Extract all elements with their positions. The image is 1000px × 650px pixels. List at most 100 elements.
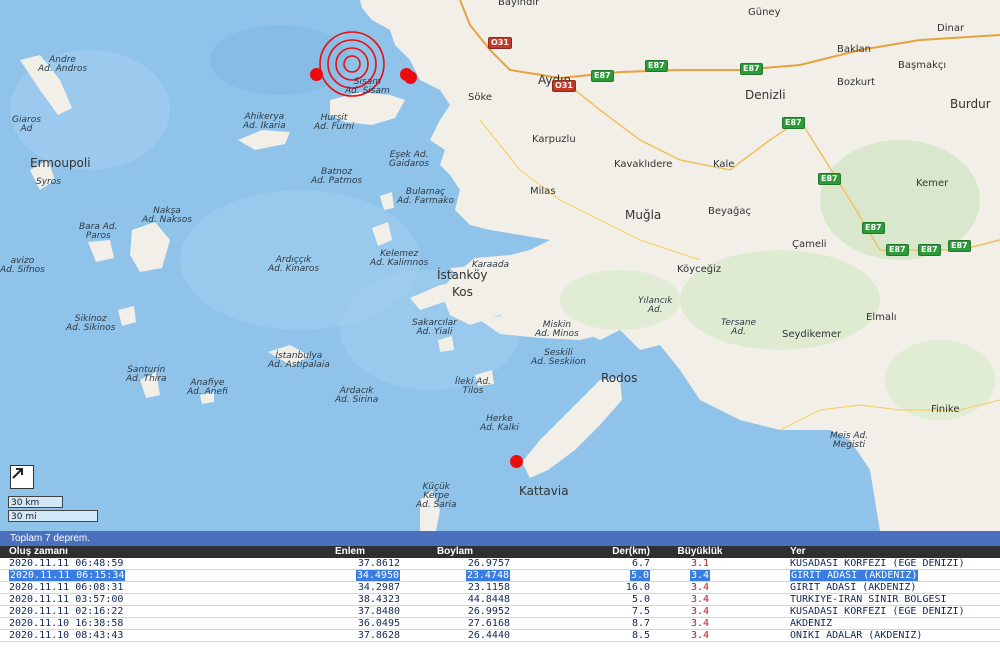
arrow-up-right-icon — [12, 468, 23, 479]
map-label-tilos: İleki Ad. Tilos — [455, 377, 491, 396]
map-label-anefi: Anafiye Ad. Anefi — [187, 378, 228, 397]
table-row[interactable]: 2020.11.11 06:15:34 34.4950 23.4748 5.0 3.4 G… — [0, 570, 1000, 582]
map-label-megisti: Meis Ad. Megisti — [830, 431, 869, 450]
map-label-koycegiz: Köyceğiz — [677, 264, 722, 275]
map-label-kale: Kale — [713, 159, 735, 170]
map-label-finike: Finike — [931, 404, 960, 415]
col-header-place[interactable]: Yer — [750, 546, 1000, 558]
map-label-kattavia: Kattavia — [519, 484, 569, 498]
cell-lon: 44.8448 — [467, 594, 510, 605]
road-shield-e87: E87 — [645, 60, 668, 72]
cell-depth: 5.0 — [631, 594, 650, 605]
table-row[interactable]: 2020.11.11 02:16:22 37.8480 26.9952 7.5 3.4 K… — [0, 606, 1000, 618]
map-label-elmali: Elmalı — [866, 312, 897, 323]
cell-time: 2020.11.11 06:15:34 — [9, 570, 126, 581]
cell-lon: 27.6168 — [467, 618, 510, 629]
table-row[interactable]: 2020.11.11 03:57:00 38.4323 44.8448 5.0 3.4 T… — [0, 594, 1000, 606]
map-label-kos: Kos — [452, 285, 473, 299]
road-shield-e87: E87 — [862, 222, 885, 234]
cell-time: 2020.11.10 16:38:58 — [9, 618, 124, 629]
map-label-yilancik: Yılancık Ad. — [638, 296, 673, 315]
cell-lon: 26.9757 — [467, 558, 510, 569]
road-shield-o31: O31 — [552, 80, 576, 92]
table-header: Oluş zamanı Enlem Boylam Der(km) Büyüklü… — [0, 546, 1000, 558]
total-count: Toplam 7 deprem. — [0, 531, 1000, 546]
map-label-naksos: Nakşa Ad. Naksos — [142, 206, 192, 225]
road-shield-e87: E87 — [918, 244, 941, 256]
cell-magnitude: 3.4 — [690, 594, 710, 605]
map-label-sifnos: avizo Ad. Sifnos — [0, 256, 45, 275]
map-label-kalki: Herke Ad. Kalki — [480, 414, 519, 433]
map-label-astipalaia: İstanbulya Ad. Astipalaia — [268, 351, 330, 370]
map-label-gaidaros: Eşek Ad. Gaidaros — [389, 150, 430, 169]
cell-place: TURKIYE-IRAN SINIR BOLGESI — [790, 594, 947, 605]
table-row[interactable]: 2020.11.11 06:08:31 34.2987 23.1158 16.0 3.4… — [0, 582, 1000, 594]
cell-lon: 23.1158 — [467, 582, 510, 593]
road-shield-e87: E87 — [591, 70, 614, 82]
map-label-patmos: Batnoz Ad. Patmos — [311, 167, 363, 186]
scale-bar: 30 km 30 mi — [8, 496, 98, 522]
map-label-baklan: Baklan — [837, 44, 872, 55]
col-header-depth[interactable]: Der(km) — [510, 546, 650, 558]
map-label-bayindir: Bayındır — [498, 0, 540, 8]
map-label-seydikemer: Seydikemer — [782, 329, 842, 340]
col-header-lon[interactable]: Boylam — [400, 546, 510, 558]
cell-time: 2020.11.11 06:48:59 — [9, 558, 124, 569]
map-label-ikaria: Ahikerya Ad. Ikaria — [243, 112, 286, 131]
map-label-karaada: Karaada — [472, 260, 510, 270]
map-label-kemer: Kemer — [916, 178, 949, 189]
cell-place: GIRIT ADASI (AKDENIZ) — [790, 570, 919, 581]
map-label-ermoupoli: Ermoupoli — [30, 156, 91, 170]
map-view[interactable]: Bayındır Güney Dinar Baklan Bozkurt Başm… — [0, 0, 1000, 531]
map-label-furni: Hurşit Ad. Furni — [314, 113, 355, 132]
map-label-kalimnos: Kelemez Ad. Kalimnos — [370, 249, 429, 268]
col-header-mag[interactable]: Büyüklük — [650, 546, 750, 558]
cell-lat: 34.2987 — [357, 582, 400, 593]
cell-place: KUSADASI KORFEZI (EGE DENIZI) — [790, 606, 965, 617]
cell-time: 2020.11.11 02:16:22 — [9, 606, 124, 617]
table-row[interactable]: 2020.11.10 16:38:58 36.0495 27.6168 8.7 3.4 A… — [0, 618, 1000, 630]
map-label-paros: Bara Ad. Paros — [79, 222, 118, 241]
earthquake-list-panel: Toplam 7 deprem. Oluş zamanı Enlem Boyla… — [0, 531, 1000, 650]
map-label-dinar: Dinar — [937, 23, 965, 34]
cell-time: 2020.11.11 03:57:00 — [9, 594, 124, 605]
cell-lat: 37.8612 — [357, 558, 400, 569]
cell-lon: 26.4440 — [467, 630, 510, 641]
col-header-lat[interactable]: Enlem — [300, 546, 400, 558]
cell-lat: 36.0495 — [357, 618, 400, 629]
quake-marker[interactable] — [404, 71, 417, 84]
map-label-giaros: Giaros Ad — [12, 115, 41, 134]
map-label-seskiion: Seskili Ad. Seskiion — [531, 348, 586, 367]
cell-depth: 16.0 — [625, 582, 650, 593]
cell-time: 2020.11.10 08:43:43 — [9, 630, 124, 641]
map-label-beyagac: Beyağaç — [708, 206, 752, 217]
map-label-rodos: Rodos — [601, 371, 638, 385]
cell-place: AKDENIZ — [790, 618, 833, 629]
map-label-kinaros: Ardıççık Ad. Kinaros — [268, 255, 320, 274]
map-label-burdur: Burdur — [950, 97, 991, 111]
cell-magnitude: 3.1 — [690, 558, 710, 569]
map-label-sikinos: Sikinoz Ad. Sikinos — [66, 314, 116, 333]
road-shield-e87: E87 — [782, 117, 805, 129]
cell-lat: 34.4950 — [355, 570, 400, 581]
expand-arrow-button[interactable] — [10, 465, 34, 489]
map-label-thira: Santurin Ad. Thira — [126, 365, 167, 384]
cell-magnitude: 3.4 — [689, 570, 711, 581]
col-header-time[interactable]: Oluş zamanı — [0, 546, 300, 558]
map-label-soke: Söke — [468, 92, 493, 103]
cell-magnitude: 3.4 — [690, 606, 710, 617]
map-label-sirina: Ardacık Ad. Sirina — [335, 386, 379, 405]
map-label-milas: Milas — [530, 186, 556, 197]
cell-depth: 8.5 — [631, 630, 650, 641]
map-label-saria: Küçük Kerpe Ad. Saria — [416, 482, 457, 510]
cell-lat: 37.8628 — [357, 630, 400, 641]
cell-place: ONIKI ADALAR (AKDENIZ) — [790, 630, 923, 641]
map-label-tersane: Tersane Ad. — [721, 318, 757, 337]
cell-lat: 38.4323 — [357, 594, 400, 605]
cell-place: KUSADASI KORFEZI (EGE DENIZI) — [790, 558, 965, 569]
table-row[interactable]: 2020.11.10 08:43:43 37.8628 26.4440 8.5 3.4 O… — [0, 630, 1000, 642]
earthquake-table: Oluş zamanı Enlem Boylam Der(km) Büyüklü… — [0, 546, 1000, 642]
quake-marker[interactable] — [310, 68, 323, 81]
table-row[interactable]: 2020.11.11 06:48:59 37.8612 26.9757 6.7 3.1 K… — [0, 558, 1000, 570]
quake-marker[interactable] — [510, 455, 523, 468]
